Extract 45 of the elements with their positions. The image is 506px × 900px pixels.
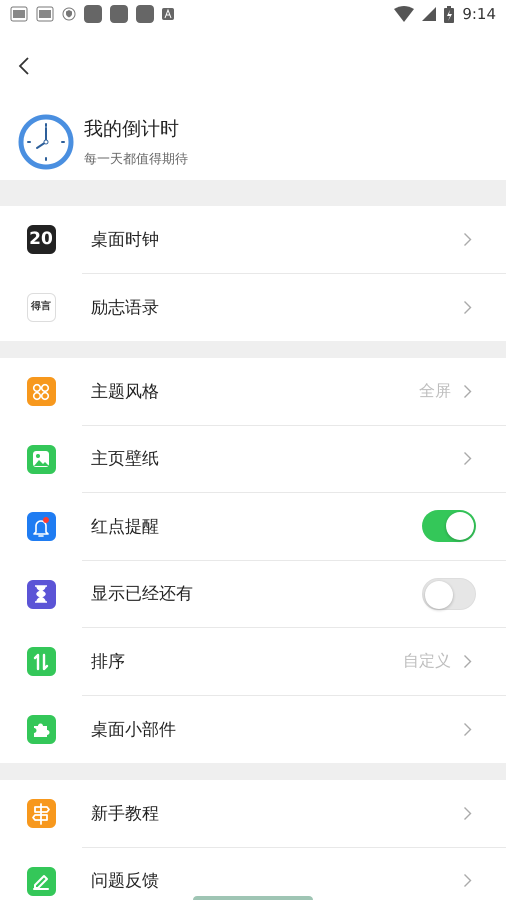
setting-label[interactable]: 桌面时钟	[82, 228, 463, 251]
setting-label[interactable]: 显示已经还有	[82, 582, 422, 606]
chevron-icon	[463, 722, 472, 737]
app-notification-icon	[136, 5, 154, 23]
setting-label[interactable]: 红点提醒	[82, 514, 422, 538]
setting-label[interactable]: 问题反馈	[82, 869, 463, 892]
app-title: 我的倒计时	[84, 117, 180, 142]
clover-icon	[31, 382, 51, 402]
chevron-icon	[463, 451, 472, 466]
chevron-icon	[463, 232, 472, 247]
setting-label[interactable]: 励志语录	[82, 296, 463, 319]
setting-label[interactable]: 主页壁纸	[82, 447, 463, 470]
clock-icon	[18, 114, 74, 170]
app-subtitle: 每一天都值得期待	[84, 151, 188, 168]
setting-value: 自定义	[403, 650, 451, 672]
toggle-switch[interactable]	[422, 510, 476, 542]
keyboard-icon	[162, 8, 174, 20]
chevron-icon	[463, 300, 472, 315]
app-notification-icon	[110, 5, 128, 23]
hourglass-icon	[32, 584, 50, 604]
status-time: 9:14	[462, 5, 496, 23]
chevron-icon	[463, 384, 472, 399]
sort-icon	[31, 652, 51, 672]
signal-icon	[422, 7, 436, 21]
wifi-icon	[394, 6, 414, 22]
chevron-icon	[463, 873, 472, 888]
notification-icon	[10, 5, 28, 23]
back-icon	[18, 56, 30, 76]
signpost-icon	[31, 802, 51, 825]
setting-label[interactable]: 新手教程	[82, 802, 463, 825]
calendar-icon: 20	[26, 225, 56, 254]
notification-icon	[36, 5, 54, 23]
app-icon: 得言	[26, 292, 56, 322]
shield-icon	[62, 7, 76, 21]
bell-icon	[31, 516, 51, 538]
toggle-switch[interactable]	[422, 578, 476, 610]
app-notification-icon	[84, 5, 102, 23]
chevron-icon	[463, 654, 472, 669]
setting-label[interactable]: 主题风格	[82, 380, 419, 403]
image-icon	[31, 449, 51, 470]
setting-label[interactable]: 排序	[82, 650, 403, 673]
battery-icon	[444, 6, 454, 22]
setting-label[interactable]: 桌面小部件	[82, 718, 463, 741]
setting-value: 全屏	[419, 380, 451, 402]
chevron-icon	[463, 806, 472, 821]
